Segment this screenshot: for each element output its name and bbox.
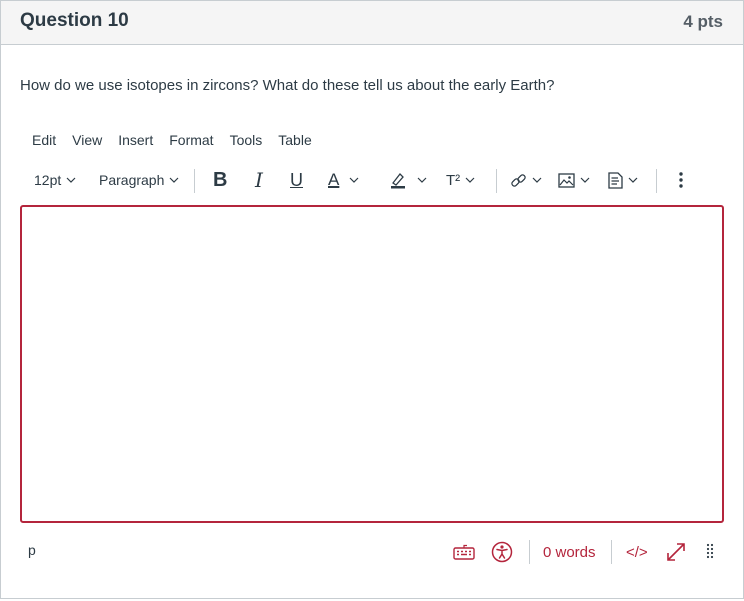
more-options-button[interactable] [678, 165, 684, 195]
superscript-label: T² [446, 171, 461, 189]
question-text: How do we use isotopes in zircons? What … [20, 77, 555, 94]
italic-button[interactable]: I [255, 165, 263, 195]
link-icon [511, 173, 526, 187]
expand-icon [667, 543, 685, 561]
chevron-down-icon [349, 177, 359, 183]
superscript-button[interactable]: T² [446, 165, 475, 195]
chevron-down-icon [169, 177, 179, 183]
image-button[interactable] [558, 165, 590, 195]
question-card: Question 10 4 pts How do we use isotopes… [0, 0, 744, 599]
chevron-down-icon [66, 177, 76, 183]
menu-view[interactable]: View [72, 132, 102, 148]
chevron-down-icon [417, 177, 427, 183]
bold-button[interactable]: B [213, 165, 227, 195]
question-title: Question 10 [20, 10, 129, 31]
word-count[interactable]: 0 words [543, 540, 596, 564]
block-format-dropdown[interactable]: Paragraph [99, 165, 179, 195]
menu-table[interactable]: Table [278, 132, 311, 148]
link-button[interactable] [510, 165, 542, 195]
image-icon [558, 172, 575, 188]
question-header: Question 10 4 pts [1, 1, 743, 45]
chevron-down-icon [532, 177, 542, 183]
statusbar-separator [529, 540, 530, 564]
chevron-down-icon [628, 177, 638, 183]
accessibility-checker-button[interactable] [491, 540, 513, 564]
document-icon [608, 171, 623, 189]
element-path[interactable]: p [28, 542, 36, 558]
chevron-down-icon [465, 177, 475, 183]
drag-handle-icon [706, 543, 714, 559]
fullscreen-button[interactable] [665, 540, 687, 564]
font-size-dropdown[interactable]: 12pt [34, 165, 76, 195]
highlighter-icon [391, 173, 405, 189]
editor-menubar: Edit View Insert Format Tools Table [32, 132, 328, 148]
menu-insert[interactable]: Insert [118, 132, 153, 148]
keyboard-icon [453, 544, 475, 560]
chevron-down-icon [580, 177, 590, 183]
text-color-button[interactable]: A [328, 165, 359, 195]
editor-toolbar: 12pt Paragraph B I U A T² [25, 165, 715, 195]
font-size-value: 12pt [34, 172, 62, 188]
toolbar-separator [496, 169, 497, 193]
vertical-ellipsis-icon [679, 172, 683, 188]
editor-statusbar: p 0 words </> [1, 535, 743, 569]
text-color-label: A [328, 170, 340, 189]
toolbar-separator [194, 169, 195, 193]
question-points: 4 pts [683, 12, 723, 31]
toolbar-separator [656, 169, 657, 193]
accessibility-icon [491, 541, 513, 563]
rich-text-editor-area[interactable] [20, 205, 724, 523]
menu-format[interactable]: Format [169, 132, 213, 148]
menu-tools[interactable]: Tools [230, 132, 263, 148]
menu-edit[interactable]: Edit [32, 132, 56, 148]
highlight-color-button[interactable] [389, 165, 427, 195]
resize-handle[interactable] [706, 540, 714, 564]
underline-button[interactable]: U [290, 165, 303, 195]
statusbar-separator [611, 540, 612, 564]
document-button[interactable] [608, 165, 638, 195]
keyboard-shortcuts-button[interactable] [453, 540, 475, 564]
html-editor-toggle[interactable]: </> [626, 540, 648, 564]
block-format-value: Paragraph [99, 172, 165, 188]
